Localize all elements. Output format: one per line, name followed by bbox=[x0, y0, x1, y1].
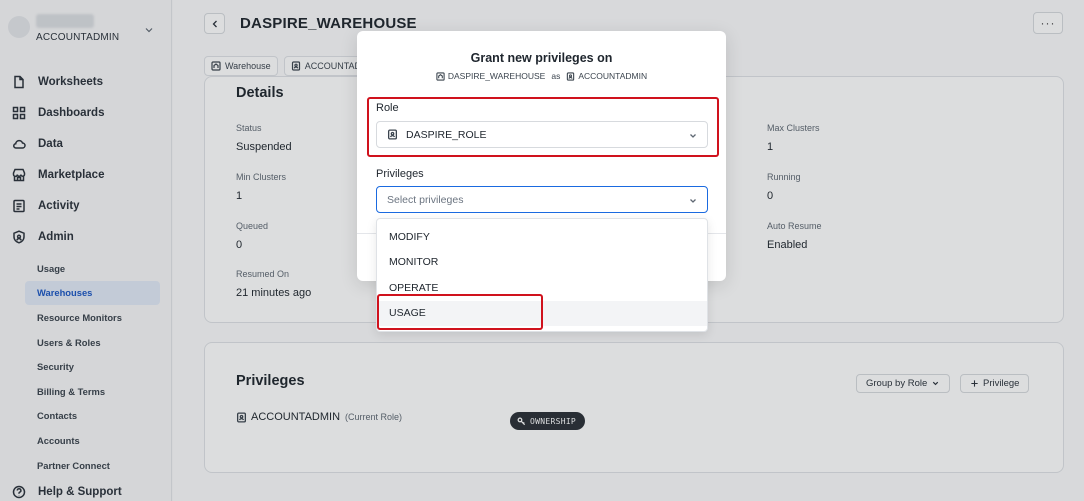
option-operate[interactable]: OPERATE bbox=[377, 275, 707, 301]
modal-title: Grant new privileges on bbox=[470, 51, 613, 65]
role-select[interactable]: DASPIRE_ROLE bbox=[376, 121, 708, 148]
privileges-field-label: Privileges bbox=[376, 168, 424, 180]
option-usage[interactable]: USAGE bbox=[377, 300, 707, 326]
privileges-dropdown-menu: MODIFY MONITOR OPERATE USAGE bbox=[376, 218, 708, 332]
role-icon bbox=[567, 71, 575, 81]
option-modify[interactable]: MODIFY bbox=[377, 224, 707, 250]
role-icon bbox=[387, 129, 398, 140]
warehouse-icon bbox=[436, 71, 445, 81]
role-field-label: Role bbox=[376, 102, 399, 114]
chevron-down-icon bbox=[690, 199, 696, 203]
role-select-value: DASPIRE_ROLE bbox=[406, 128, 487, 141]
option-monitor[interactable]: MONITOR bbox=[377, 250, 707, 276]
privileges-select[interactable]: Select privileges bbox=[376, 186, 708, 213]
modal-subtitle: DASPIRE_WAREHOUSE as ACCOUNTADMIN bbox=[357, 71, 726, 81]
modal-as-role: ACCOUNTADMIN bbox=[578, 71, 648, 81]
chevron-down-icon bbox=[690, 134, 696, 138]
modal-target: DASPIRE_WAREHOUSE bbox=[447, 71, 546, 81]
privileges-placeholder: Select privileges bbox=[387, 193, 464, 206]
modal-as-text: as bbox=[551, 71, 561, 81]
